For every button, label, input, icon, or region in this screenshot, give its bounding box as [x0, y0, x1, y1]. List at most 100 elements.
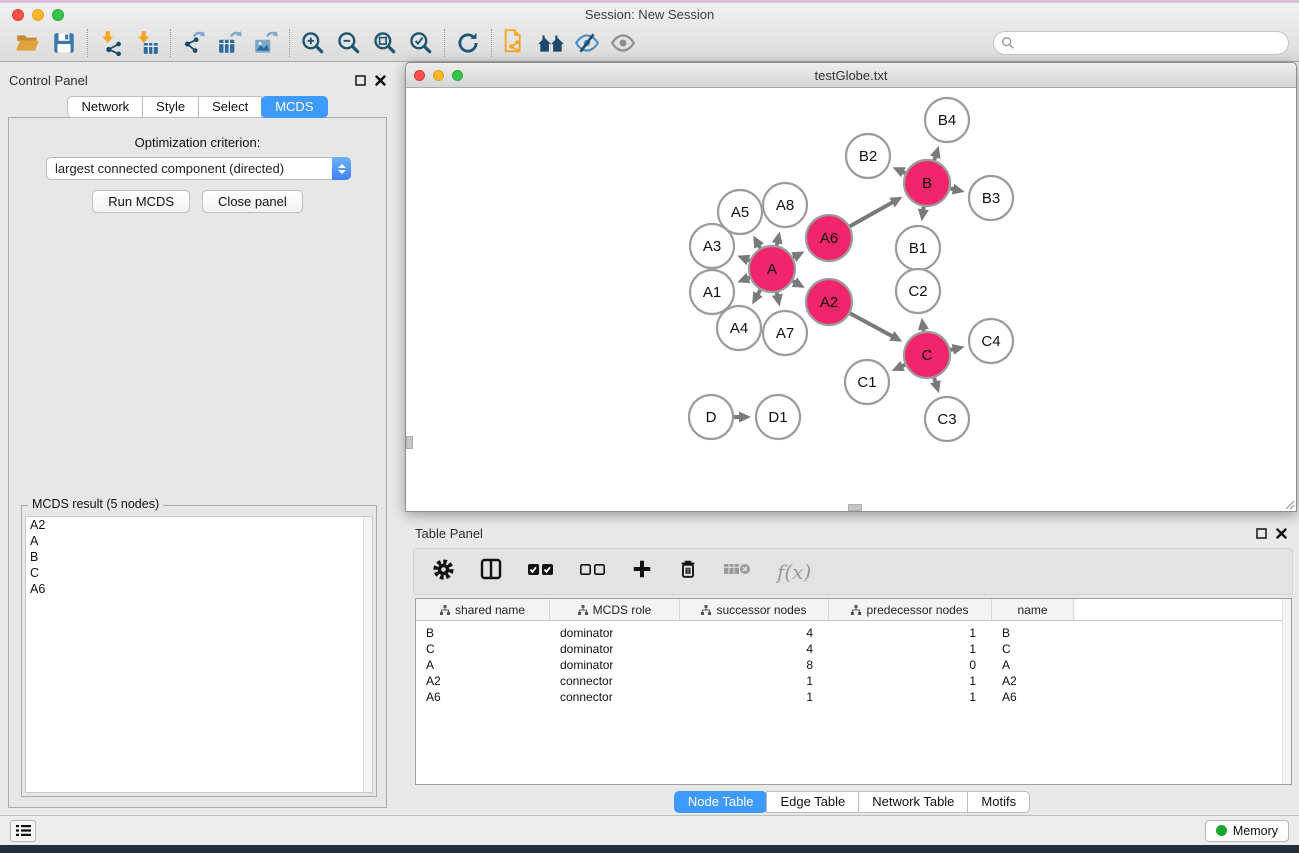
svg-text:A2: A2 — [820, 294, 838, 311]
close-table-panel-icon[interactable] — [1276, 528, 1287, 539]
mcds-result-groupbox: MCDS result (5 nodes) A2ABCA6 — [21, 505, 377, 797]
import-network-icon[interactable] — [93, 27, 129, 59]
hide-selected-icon[interactable] — [569, 27, 605, 59]
column-header-predecessor-nodes[interactable]: predecessor nodes — [829, 599, 992, 620]
table-cell: dominator — [550, 657, 680, 673]
mcds-result-item[interactable]: A6 — [26, 581, 372, 597]
tab-network-table[interactable]: Network Table — [858, 791, 968, 813]
add-column-icon[interactable] — [631, 558, 653, 585]
zoom-out-icon[interactable] — [331, 27, 367, 59]
column-header-successor-nodes[interactable]: successor nodes — [680, 599, 829, 620]
network-canvas[interactable]: B4 B2 B B3 A8 A5 A6 A3 B1 A C2 A1 A2 A4A7 C4 C C1 D D1 C3 — [406, 88, 1296, 511]
delete-column-icon[interactable] — [677, 558, 699, 585]
tab-node-table[interactable]: Node Table — [674, 791, 768, 813]
mcds-result-item[interactable]: A — [26, 533, 372, 549]
table-header-row: shared nameMCDS rolesuccessor nodesprede… — [416, 599, 1291, 621]
tab-network[interactable]: Network — [67, 96, 143, 118]
tab-style[interactable]: Style — [142, 96, 199, 118]
export-image-icon[interactable] — [248, 27, 284, 59]
deselect-all-icon[interactable] — [579, 561, 607, 582]
memory-button[interactable]: Memory — [1205, 820, 1289, 842]
delete-table-icon[interactable] — [723, 560, 753, 583]
toolbar-separator — [289, 29, 290, 57]
column-tree-icon — [851, 605, 861, 615]
graph-node-A8[interactable]: A8 — [763, 183, 807, 227]
application-window: Session: New Session — [0, 0, 1299, 853]
graph-node-C4[interactable]: C4 — [969, 319, 1013, 363]
first-neighbors-icon[interactable] — [533, 27, 569, 59]
canvas-left-handle[interactable] — [406, 436, 413, 449]
column-header-shared-name[interactable]: shared name — [416, 599, 550, 620]
column-header-MCDS-role[interactable]: MCDS role — [550, 599, 680, 620]
table-row[interactable]: A2connector11A2 — [416, 673, 1291, 689]
graph-node-C3[interactable]: C3 — [925, 397, 969, 441]
graph-node-C1[interactable]: C1 — [845, 360, 889, 404]
resize-grip-icon[interactable] — [1283, 498, 1295, 510]
tab-mcds[interactable]: MCDS — [261, 96, 327, 118]
refresh-layout-icon[interactable] — [450, 27, 486, 59]
graph-node-A3[interactable]: A3 — [690, 224, 734, 268]
graph-node-D[interactable]: D — [689, 395, 733, 439]
table-scrollbar[interactable] — [1282, 599, 1291, 784]
close-panel-icon[interactable] — [375, 75, 386, 86]
graph-node-A2[interactable]: A2 — [806, 279, 852, 325]
export-table-icon[interactable] — [212, 27, 248, 59]
result-list-scrollbar[interactable] — [363, 517, 372, 792]
mcds-result-item[interactable]: C — [26, 565, 372, 581]
zoom-in-icon[interactable] — [295, 27, 331, 59]
graph-node-B3[interactable]: B3 — [969, 176, 1013, 220]
table-row[interactable]: A6connector11A6 — [416, 689, 1291, 705]
table-settings-icon[interactable] — [432, 558, 455, 586]
tab-select[interactable]: Select — [198, 96, 262, 118]
search-input[interactable] — [1015, 36, 1281, 50]
graph-node-B4[interactable]: B4 — [925, 98, 969, 142]
graph-edge-A6-B[interactable] — [850, 202, 894, 227]
graph-edge-arrowhead — [737, 255, 750, 265]
graph-node-C[interactable]: C — [904, 332, 950, 378]
graph-edge-arrowhead — [930, 380, 940, 393]
graph-node-D1[interactable]: D1 — [756, 395, 800, 439]
split-table-icon[interactable] — [479, 557, 503, 586]
graph-node-B[interactable]: B — [904, 160, 950, 206]
svg-text:A5: A5 — [731, 204, 749, 221]
open-session-icon[interactable] — [10, 27, 46, 59]
graph-node-B2[interactable]: B2 — [846, 134, 890, 178]
graph-node-A4[interactable]: A4 — [717, 306, 761, 350]
table-row[interactable]: Cdominator41C — [416, 641, 1291, 657]
graph-node-C2[interactable]: C2 — [896, 269, 940, 313]
import-table-icon[interactable] — [129, 27, 165, 59]
optimization-criterion-select[interactable]: largest connected component (directed) — [46, 157, 351, 180]
tab-motifs[interactable]: Motifs — [967, 791, 1030, 813]
canvas-bottom-handle[interactable] — [848, 504, 862, 511]
graph-node-A[interactable]: A — [749, 246, 795, 292]
graph-node-B1[interactable]: B1 — [896, 226, 940, 270]
graph-node-A7[interactable]: A7 — [763, 311, 807, 355]
graph-node-A6[interactable]: A6 — [806, 215, 852, 261]
close-panel-button[interactable]: Close panel — [202, 190, 303, 213]
main-toolbar — [0, 25, 1299, 61]
run-mcds-button[interactable]: Run MCDS — [92, 190, 190, 213]
toolbar-separator — [170, 29, 171, 57]
zoom-fit-icon[interactable] — [367, 27, 403, 59]
table-row[interactable]: Adominator80A — [416, 657, 1291, 673]
column-header-name[interactable]: name — [992, 599, 1074, 620]
table-cell: dominator — [550, 625, 680, 641]
select-all-icon[interactable] — [527, 561, 555, 582]
network-window-titlebar[interactable]: testGlobe.txt — [406, 63, 1296, 88]
show-all-icon[interactable] — [605, 27, 641, 59]
mcds-result-item[interactable]: A2 — [26, 517, 372, 533]
table-row[interactable]: Bdominator41B — [416, 625, 1291, 641]
graph-edge-A2-C[interactable] — [850, 313, 893, 337]
float-table-panel-icon[interactable] — [1256, 528, 1267, 539]
save-session-icon[interactable] — [46, 27, 82, 59]
function-builder-icon[interactable]: f(x) — [777, 560, 811, 584]
mcds-result-item[interactable]: B — [26, 549, 372, 565]
show-panels-button[interactable] — [10, 820, 36, 842]
zoom-selected-icon[interactable] — [403, 27, 439, 59]
export-network-icon[interactable] — [176, 27, 212, 59]
new-network-from-selection-icon[interactable] — [497, 27, 533, 59]
float-panel-icon[interactable] — [355, 75, 366, 86]
graph-node-A1[interactable]: A1 — [690, 270, 734, 314]
window-title: Session: New Session — [0, 7, 1299, 22]
tab-edge-table[interactable]: Edge Table — [766, 791, 859, 813]
